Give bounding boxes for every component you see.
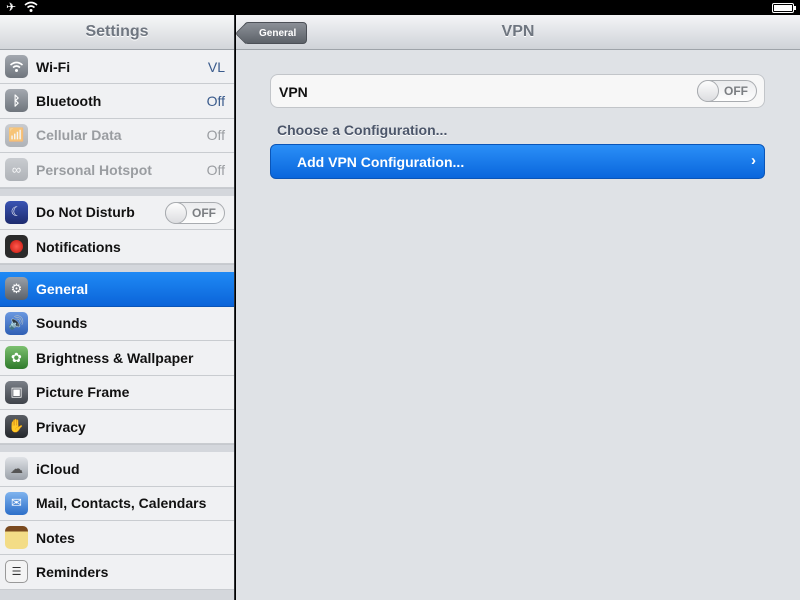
sidebar-item-personal-hotspot[interactable]: ∞ Personal Hotspot Off [0,153,234,188]
hotspot-icon: ∞ [5,158,28,182]
sidebar-item-icloud[interactable]: ☁ iCloud [0,452,234,487]
sidebar-item-privacy[interactable]: ✋ Privacy [0,409,234,445]
airplane-icon: ✈ [6,0,17,14]
sidebar-item-label: Mail, Contacts, Calendars [36,495,207,512]
sidebar-item-label: Reminders [36,564,109,581]
group-divider [0,444,234,453]
nav-bar: General VPN [236,15,800,50]
sidebar-item-label: General [36,281,89,298]
bluetooth-icon: ᛒ [5,89,28,113]
sidebar-item-value: Off [206,93,225,110]
page-title: VPN [501,23,535,40]
sidebar-item-sounds[interactable]: 🔊 Sounds [0,306,234,342]
sidebar-item-label: Cellular Data [36,127,122,144]
sidebar-item-brightness-wallpaper[interactable]: ✿ Brightness & Wallpaper [0,341,234,376]
do-not-disturb-toggle[interactable]: OFF [165,201,225,224]
sidebar-item-label: Personal Hotspot [36,161,152,178]
vpn-label: VPN [279,84,308,100]
sidebar-item-cellular-data[interactable]: 📶 Cellular Data Off [0,118,234,154]
sidebar-item-picture-frame[interactable]: ▣ Picture Frame [0,375,234,410]
sidebar-item-label: iCloud [36,460,80,477]
sidebar-item-notes[interactable]: Notes [0,521,234,556]
status-bar: ✈ [0,0,800,15]
battery-icon [772,3,796,13]
sidebar-item-label: Do Not Disturb [36,204,135,221]
group-divider [0,187,234,196]
sidebar-item-general[interactable]: ⚙ General [0,272,234,307]
toggle-state: OFF [192,205,216,220]
vpn-toggle[interactable]: OFF [697,80,757,102]
group-divider [0,264,234,273]
hand-icon: ✋ [5,414,28,438]
sidebar-item-label: Notes [36,529,75,546]
wifi-icon [24,1,38,12]
sidebar-item-label: Notifications [36,238,121,255]
sidebar-item-value: Off [206,127,225,144]
mail-icon: ✉ [5,491,28,515]
sidebar-item-do-not-disturb[interactable]: ☾ Do Not Disturb OFF [0,195,234,230]
toggle-knob [165,201,187,224]
flower-icon: ✿ [5,346,28,370]
sidebar-group-device: ⚙ General 🔊 Sounds ✿ Brightness & Wallpa… [0,272,234,445]
gear-icon: ⚙ [5,277,28,301]
sidebar-item-value: Off [206,161,225,178]
speaker-icon: 🔊 [5,311,28,335]
wifi-icon [5,55,28,78]
sidebar-item-reminders[interactable]: ☰ Reminders [0,555,234,590]
notes-icon [5,526,28,550]
sidebar-item-label: Privacy [36,418,86,435]
detail-pane: General VPN VPN OFF Choose a Configurati… [236,15,800,600]
sidebar-item-label: Sounds [36,315,88,332]
sidebar-item-label: Picture Frame [36,384,130,401]
vpn-toggle-row: VPN OFF [270,74,765,108]
cloud-icon: ☁ [5,457,28,481]
add-vpn-configuration-button[interactable]: Add VPN Configuration... › [270,144,765,179]
toggle-state: OFF [724,84,748,98]
section-header: Choose a Configuration... [277,122,448,138]
notifications-icon [5,234,28,258]
picture-frame-icon: ▣ [5,380,28,404]
moon-icon: ☾ [5,200,28,224]
sidebar-item-label: Bluetooth [36,93,102,110]
add-vpn-label: Add VPN Configuration... [297,154,465,170]
cellular-icon: 📶 [5,123,28,147]
sidebar-item-wifi[interactable]: Wi-Fi VL [0,50,234,85]
chevron-right-icon: › [751,152,756,169]
sidebar-item-label: Wi-Fi [36,58,71,75]
sidebar-group-accounts: ☁ iCloud ✉ Mail, Contacts, Calendars Not… [0,452,234,590]
settings-sidebar: Settings Wi-Fi VL ᛒ Bluetooth Off 📶 Cell… [0,15,235,600]
sidebar-item-bluetooth[interactable]: ᛒ Bluetooth Off [0,84,234,119]
sidebar-group-connectivity: Wi-Fi VL ᛒ Bluetooth Off 📶 Cellular Data… [0,50,234,188]
sidebar-item-label: Brightness & Wallpaper [36,349,194,366]
sidebar-item-mail[interactable]: ✉ Mail, Contacts, Calendars [0,486,234,522]
sidebar-group-alerts: ☾ Do Not Disturb OFF Notifications [0,195,234,265]
sidebar-item-notifications[interactable]: Notifications [0,229,234,265]
reminders-icon: ☰ [5,560,28,584]
sidebar-item-value: VL [207,58,225,75]
sidebar-title: Settings [0,15,234,50]
toggle-knob [697,80,719,102]
